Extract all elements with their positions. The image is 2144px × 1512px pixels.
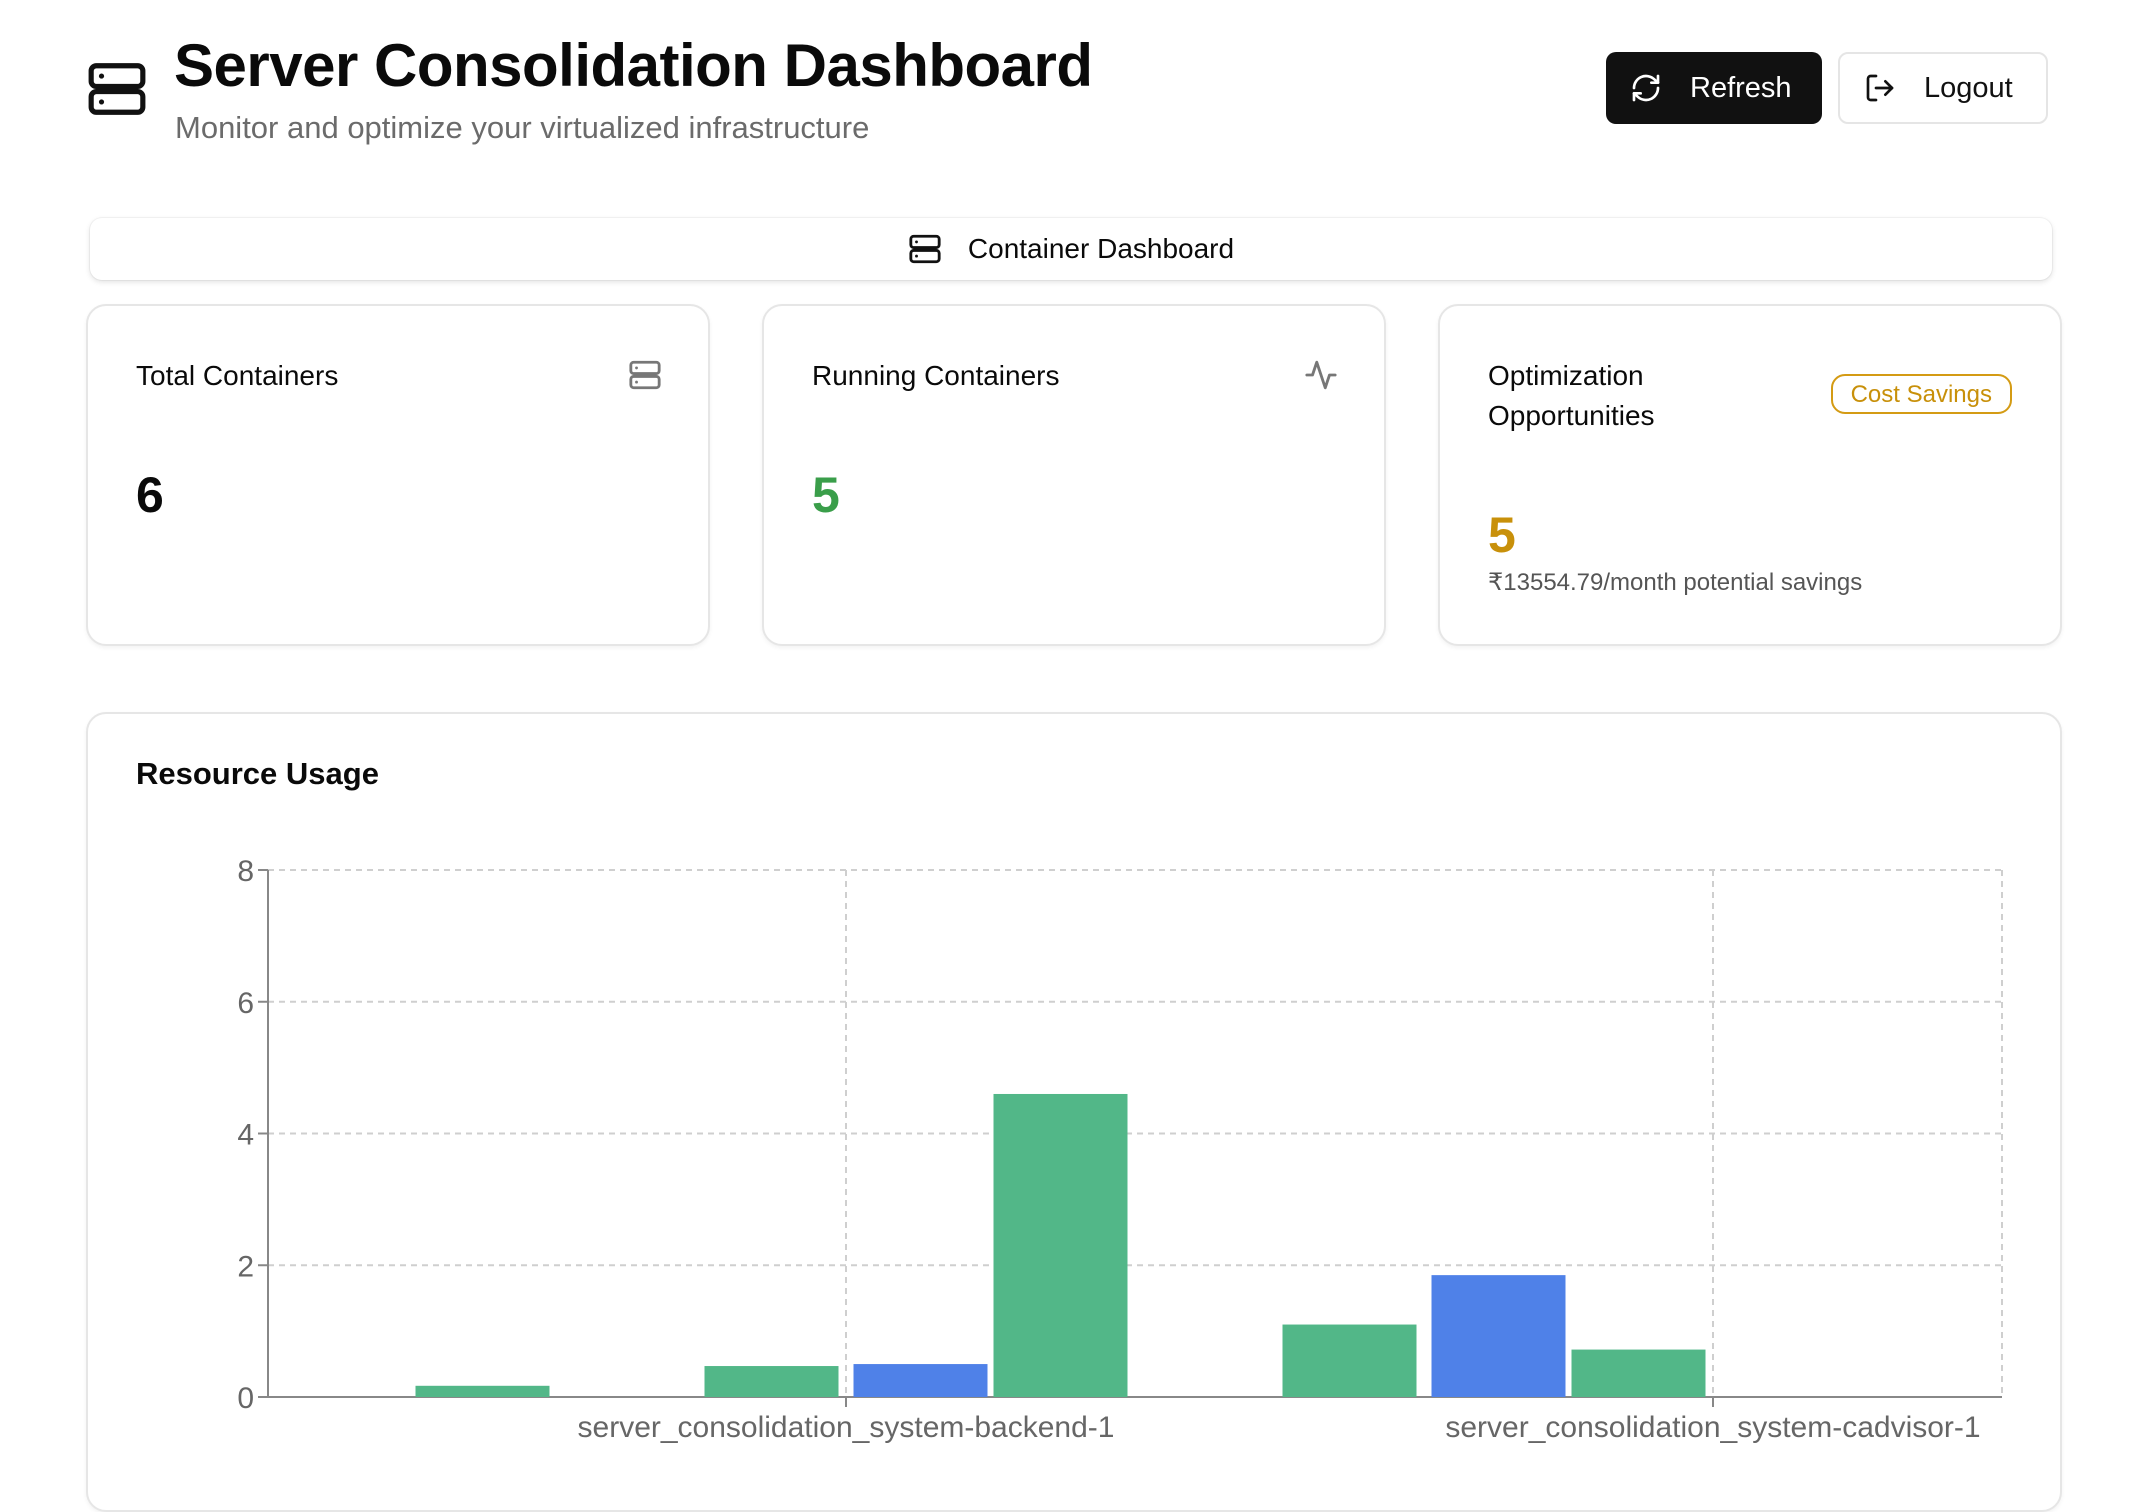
card-title-line2: Opportunities <box>1488 400 1655 431</box>
optimization-value: 5 <box>1488 507 1516 563</box>
refresh-button[interactable]: Refresh <box>1606 52 1822 124</box>
refresh-label: Refresh <box>1690 71 1792 104</box>
server-icon <box>629 360 661 390</box>
total-containers-card: Total Containers 6 <box>86 304 710 646</box>
logout-label: Logout <box>1924 71 2013 104</box>
page-header: Server Consolidation Dashboard Monitor a… <box>86 30 2058 160</box>
y-tick-label: 8 <box>237 855 254 888</box>
resource-usage-chart: 0 2 4 6 8 server_consolidation_system-backend… <box>237 855 2003 1444</box>
card-title-line1: Optimization <box>1488 360 1644 391</box>
activity-icon <box>1305 360 1337 390</box>
tab-bar: Container Dashboard <box>90 218 2052 280</box>
server-icon <box>909 234 941 264</box>
logout-button[interactable]: Logout <box>1838 52 2048 124</box>
y-tick-label: 4 <box>237 1119 254 1152</box>
total-containers-value: 6 <box>136 467 164 523</box>
refresh-icon <box>1632 74 1660 102</box>
card-title: Total Containers <box>136 360 339 391</box>
optimization-card: Optimization Opportunities Cost Savings … <box>1438 304 2062 646</box>
logout-icon <box>1866 74 1894 102</box>
x-tick-label: server_consolidation_system-cadvisor-1 <box>1445 1411 1980 1444</box>
cost-savings-badge: Cost Savings <box>1830 374 2012 414</box>
server-icon <box>88 63 146 115</box>
x-tick-label: server_consolidation_system-backend-1 <box>578 1411 1115 1444</box>
tab-container-dashboard[interactable]: Container Dashboard <box>908 232 1234 266</box>
resource-usage-card: Resource Usage 0 2 4 6 8 server_consolidation… <box>86 712 2062 1512</box>
y-tick-label: 0 <box>237 1382 254 1415</box>
bar-green <box>993 1093 1128 1397</box>
running-containers-value: 5 <box>812 467 840 523</box>
card-title: Optimization Opportunities <box>1488 356 1655 436</box>
running-containers-card: Running Containers 5 <box>762 304 1386 646</box>
bar-green <box>704 1366 839 1397</box>
y-tick-label: 6 <box>237 987 254 1020</box>
savings-text: ₹13554.79/month potential savings <box>1488 569 1863 596</box>
bar-green <box>1571 1349 1706 1397</box>
bar-green <box>415 1385 550 1397</box>
card-title: Running Containers <box>812 360 1060 391</box>
bar-blue <box>853 1364 988 1397</box>
y-tick-label: 2 <box>237 1250 254 1283</box>
tab-label: Container Dashboard <box>967 233 1235 264</box>
bar-blue <box>1431 1275 1566 1397</box>
page-subtitle: Monitor and optimize your virtualized in… <box>175 110 870 145</box>
page-title: Server Consolidation Dashboard <box>174 32 1093 99</box>
bar-green <box>1282 1324 1417 1397</box>
